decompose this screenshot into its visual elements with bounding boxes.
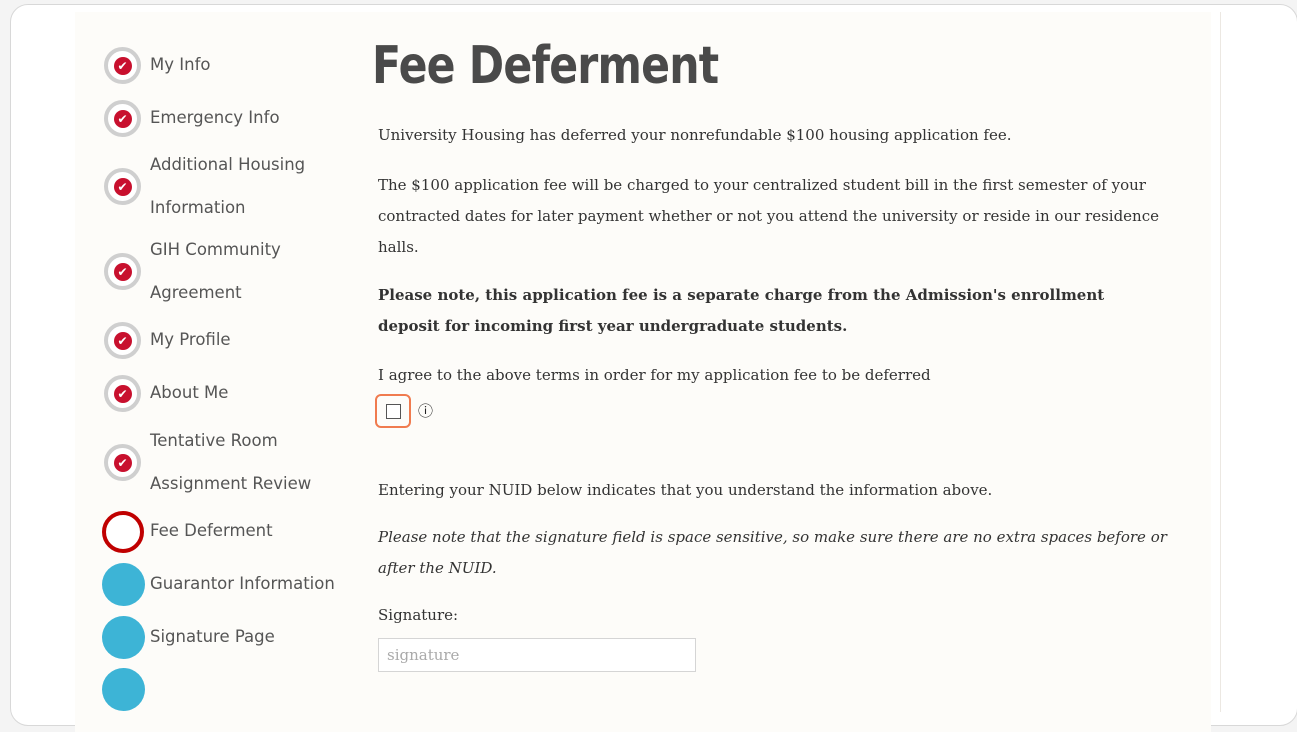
checkmark-icon: ✔ bbox=[113, 262, 132, 281]
checkmark-icon: ✔ bbox=[113, 109, 132, 128]
agree-checkbox-focus-ring[interactable] bbox=[375, 394, 411, 428]
step-complete-icon: ✔ bbox=[104, 375, 141, 412]
checkmark-icon: ✔ bbox=[113, 331, 132, 350]
sidebar-item-tentative-room-line2[interactable]: Assignment Review bbox=[150, 463, 311, 505]
sidebar-item-fee-deferment[interactable]: Fee Deferment bbox=[150, 510, 273, 552]
checkmark-icon: ✔ bbox=[113, 384, 132, 403]
page-title: Fee Deferment bbox=[372, 36, 719, 96]
checkmark-icon: ✔ bbox=[113, 177, 132, 196]
agree-terms-label: I agree to the above terms in order for … bbox=[378, 366, 931, 384]
checkmark-icon: ✔ bbox=[113, 56, 132, 75]
step-complete-icon: ✔ bbox=[104, 47, 141, 84]
sidebar-item-additional-housing-line2[interactable]: Information bbox=[150, 187, 246, 229]
sidebar-item-additional-housing-line1[interactable]: Additional Housing bbox=[150, 144, 305, 186]
nuid-instruction-text: Entering your NUID below indicates that … bbox=[378, 481, 993, 499]
info-icon[interactable]: ⓘ bbox=[418, 400, 433, 421]
fee-deferred-text: University Housing has deferred your non… bbox=[378, 126, 1012, 144]
signature-input[interactable] bbox=[378, 638, 696, 672]
step-complete-icon: ✔ bbox=[104, 322, 141, 359]
step-current-icon bbox=[102, 511, 144, 553]
sidebar-item-guarantor-information[interactable]: Guarantor Information bbox=[150, 563, 335, 605]
panel-divider bbox=[1220, 12, 1221, 712]
sidebar-item-signature-page[interactable]: Signature Page bbox=[150, 616, 275, 658]
step-pending-icon bbox=[102, 668, 145, 711]
sidebar-item-emergency-info[interactable]: Emergency Info bbox=[150, 97, 280, 139]
sidebar-item-about-me[interactable]: About Me bbox=[150, 372, 228, 414]
step-pending-icon bbox=[102, 563, 145, 606]
checkmark-icon: ✔ bbox=[113, 453, 132, 472]
step-complete-icon: ✔ bbox=[104, 168, 141, 205]
sidebar-item-gih-community-line1[interactable]: GIH Community bbox=[150, 229, 281, 271]
sidebar-item-my-info[interactable]: My Info bbox=[150, 44, 210, 86]
signature-label: Signature: bbox=[378, 606, 459, 624]
step-complete-icon: ✔ bbox=[104, 253, 141, 290]
sidebar-item-gih-community-line2[interactable]: Agreement bbox=[150, 272, 242, 314]
step-complete-icon: ✔ bbox=[104, 444, 141, 481]
fee-note-text: Please note, this application fee is a s… bbox=[378, 286, 1105, 335]
sidebar-item-tentative-room-line1[interactable]: Tentative Room bbox=[150, 420, 278, 462]
step-pending-icon bbox=[102, 616, 145, 659]
signature-space-note: Please note that the signature field is … bbox=[378, 528, 1167, 577]
agree-checkbox[interactable] bbox=[385, 403, 401, 419]
sidebar-item-my-profile[interactable]: My Profile bbox=[150, 319, 231, 361]
step-complete-icon: ✔ bbox=[104, 100, 141, 137]
fee-charge-text: The $100 application fee will be charged… bbox=[378, 176, 1159, 256]
